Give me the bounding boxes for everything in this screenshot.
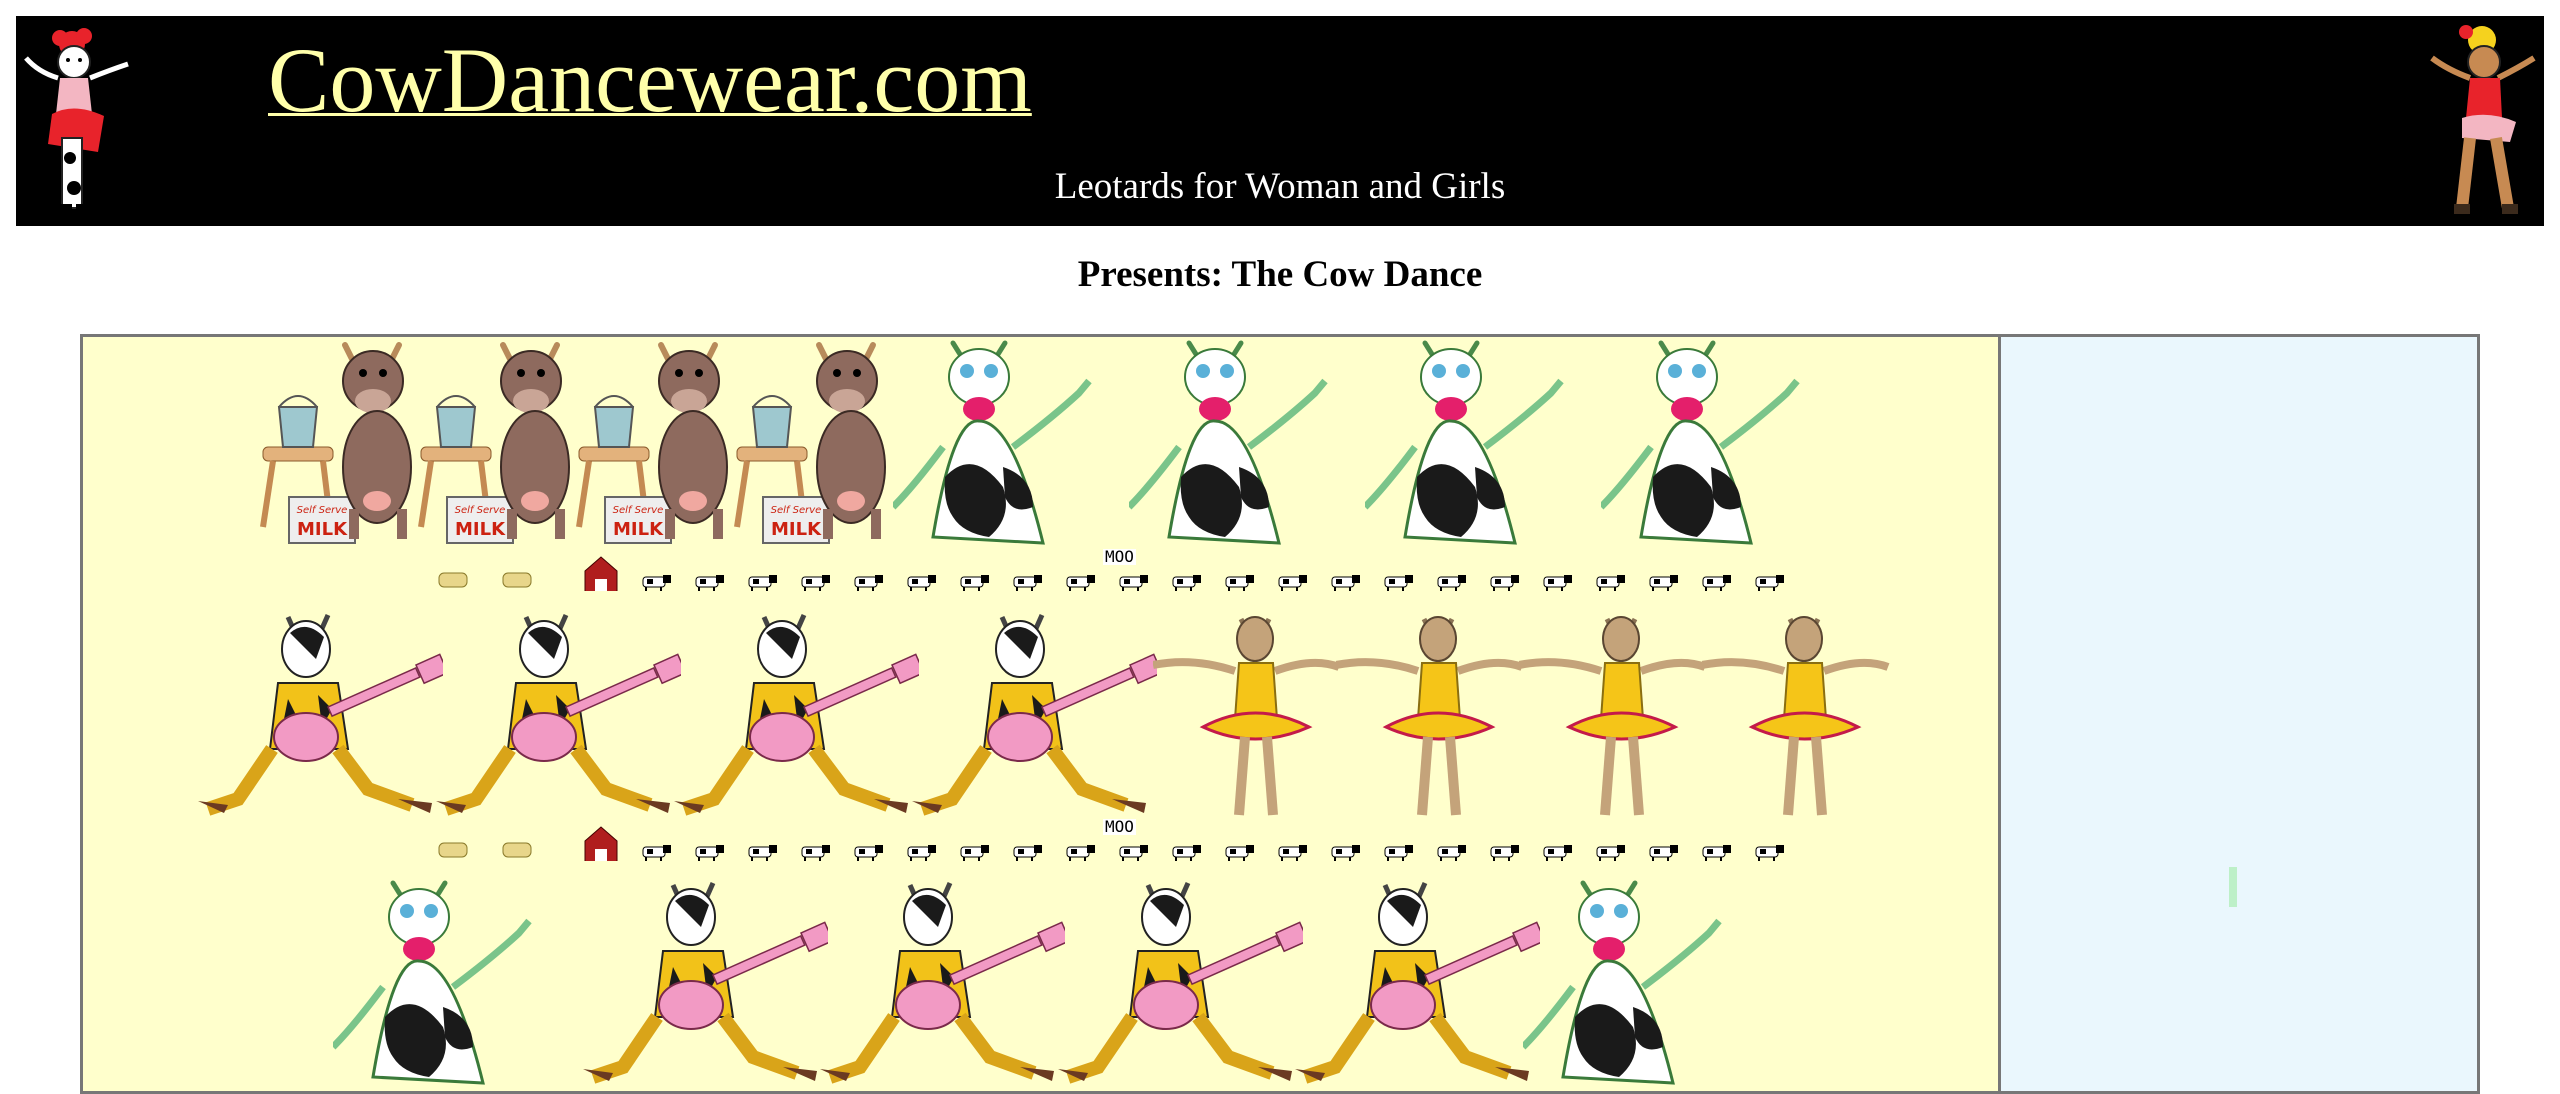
dancing-cow-icon [1601, 340, 1800, 545]
tiny-cow-icon [1437, 575, 1466, 591]
milk-cow-icon: Self Serve MILK [418, 342, 570, 544]
tiny-cow-icon [854, 575, 883, 591]
tiny-cow-icon [642, 845, 671, 861]
tiny-cow-icon [1331, 575, 1360, 591]
tiny-cow-icon [1066, 845, 1095, 861]
tiny-cow-icon [960, 575, 989, 591]
tiny-cow-icon [1278, 575, 1307, 591]
tiny-cow-icon [1755, 845, 1784, 861]
tiny-cow-icon [1172, 845, 1201, 861]
tiny-cow-icon [1490, 575, 1519, 591]
tiny-cow-icon [801, 575, 830, 591]
page-heading: Presents: The Cow Dance [1077, 254, 1483, 295]
svg-text:Self Serve: Self Serve [297, 505, 348, 516]
tiny-cow-icon [1119, 845, 1148, 861]
tiny-cow-icon [642, 575, 671, 591]
svg-text:Self Serve: Self Serve [455, 505, 506, 516]
tiny-cow-icon [1225, 575, 1254, 591]
site-title-link[interactable]: CowDancewear.com [268, 34, 1032, 126]
tiny-cow-icon [1649, 575, 1678, 591]
guitar-cow-icon [1058, 881, 1303, 1084]
tiny-cow-icon [1331, 845, 1360, 861]
ballerina-cow-icon [1702, 616, 1890, 816]
tiny-cow-icon [695, 575, 724, 591]
tiny-cow-icon [1384, 845, 1413, 861]
tiny-cow-icon [1172, 575, 1201, 591]
tiny-cow-icon [1490, 845, 1519, 861]
tiny-cow-icon [1066, 575, 1095, 591]
tiny-cow-icon [1225, 845, 1254, 861]
svg-text:MILK: MILK [455, 519, 506, 540]
svg-text:MILK: MILK [613, 519, 664, 540]
tiny-cow-icon [1013, 845, 1042, 861]
tiny-cow-icon [748, 575, 777, 591]
side-panel [2001, 337, 2477, 1091]
guitar-cow-icon [820, 881, 1065, 1084]
svg-text:MILK: MILK [297, 519, 348, 540]
tiny-cow-icon [695, 845, 724, 861]
guitar-cow-icon [674, 613, 919, 816]
tiny-cow-icon [1278, 845, 1307, 861]
tiny-cow-icon [1013, 575, 1042, 591]
moo-speech-label: MOO [1103, 817, 1136, 836]
ballerina-cow-icon [1153, 616, 1341, 816]
tiny-cow-icon [1384, 575, 1413, 591]
tiny-cow-icon [1649, 845, 1678, 861]
ballerina-cow-icon [1519, 616, 1707, 816]
tiny-cow-icon [1702, 575, 1731, 591]
side-panel-marker [2229, 867, 2237, 907]
milk-cow-icon: Self Serve MILK [576, 342, 728, 544]
dancing-cow-icon [893, 340, 1092, 545]
tiny-cow-icon [1755, 575, 1784, 591]
farm-banner-2 [438, 826, 1784, 861]
site-header: CowDancewear.com Leotards for Woman and … [16, 16, 2544, 226]
tiny-cow-icon [907, 575, 936, 591]
guitar-cow-icon [198, 613, 443, 816]
tiny-cow-icon [1437, 845, 1466, 861]
tiny-cow-icon [854, 845, 883, 861]
svg-text:Self Serve: Self Serve [613, 505, 664, 516]
cow-dance-animation: Self Serve MILK Self Serve MILK Self Ser… [80, 334, 2480, 1094]
svg-text:MILK: MILK [771, 519, 822, 540]
guitar-cow-icon [583, 881, 828, 1084]
tiny-cow-icon [1596, 575, 1625, 591]
dancing-cow-icon [1365, 340, 1564, 545]
farm-banner-1 [438, 556, 1784, 591]
tiny-cow-icon [1543, 575, 1572, 591]
ballerina-cow-icon [1336, 616, 1524, 816]
moo-speech-label: MOO [1103, 547, 1136, 566]
cow-dance-stage: Self Serve MILK Self Serve MILK Self Ser… [83, 337, 2001, 1091]
milk-cow-icon: Self Serve MILK [734, 342, 886, 544]
guitar-cow-icon [1295, 881, 1540, 1084]
dancing-cow-icon [333, 880, 532, 1085]
site-tagline: Leotards for Woman and Girls [1054, 166, 1506, 207]
tiny-cow-icon [748, 845, 777, 861]
tiny-cow-icon [1119, 575, 1148, 591]
dancing-cow-icon [1523, 880, 1722, 1085]
tiny-cow-icon [1702, 845, 1731, 861]
tiny-cow-icon [960, 845, 989, 861]
tiny-cow-icon [907, 845, 936, 861]
tiny-cow-icon [1596, 845, 1625, 861]
cowgirl-dancer-right-icon [2430, 25, 2536, 214]
milk-cow-icon: Self Serve MILK [260, 342, 412, 544]
tiny-cow-icon [1543, 845, 1572, 861]
guitar-cow-icon [436, 613, 681, 816]
guitar-cow-icon [912, 613, 1157, 816]
svg-text:Self Serve: Self Serve [771, 505, 822, 516]
tiny-cow-icon [801, 845, 830, 861]
dancing-cow-icon [1129, 340, 1328, 545]
